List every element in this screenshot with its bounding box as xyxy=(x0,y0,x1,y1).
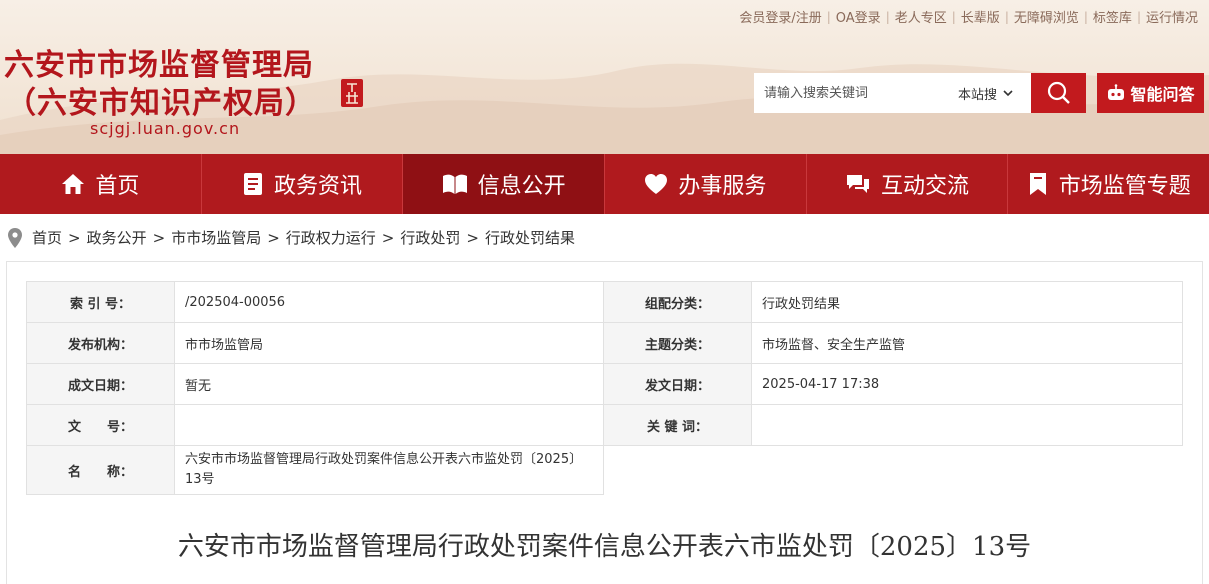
nav-info-disclosure-label: 信息公开 xyxy=(477,174,566,199)
breadcrumb-gov-open[interactable]: 政务公开 xyxy=(87,227,147,248)
topic-value: 市场监督、安全生产监管 xyxy=(751,322,1183,364)
topic-label: 主题分类： xyxy=(603,322,752,364)
published-date-label: 发文日期： xyxy=(603,363,752,405)
search-scope-label: 本站搜 xyxy=(958,87,998,103)
breadcrumb-home[interactable]: 首页 xyxy=(32,227,62,248)
nav-interaction[interactable]: 互动交流 xyxy=(807,154,1009,214)
nav-market-topics-label: 市场监管专题 xyxy=(1058,174,1191,199)
open-book-icon xyxy=(442,174,467,194)
search-box: 本站搜 xyxy=(754,73,1031,113)
ai-qa-label: 智能问答 xyxy=(1130,85,1195,104)
name-value: 六安市市场监督管理局行政处罚案件信息公开表六市监处罚〔2025〕13号 xyxy=(174,445,604,495)
location-pin-icon xyxy=(8,227,22,248)
nav-services[interactable]: 办事服务 xyxy=(605,154,807,214)
senior-version-link[interactable]: 长辈版 xyxy=(956,7,1005,26)
chat-icon xyxy=(847,175,870,193)
search-button[interactable] xyxy=(1031,73,1086,113)
home-icon xyxy=(62,174,85,194)
breadcrumb-admin-power[interactable]: 行政权力运行 xyxy=(286,227,376,248)
chevron-down-icon xyxy=(1003,89,1013,96)
tag-library-link[interactable]: 标签库 xyxy=(1088,7,1137,26)
docno-label: 文 号： xyxy=(26,404,175,446)
publisher-label: 发布机构： xyxy=(26,322,175,364)
breadcrumb-bureau[interactable]: 市市场监管局 xyxy=(171,227,261,248)
site-title-line2[interactable]: （六安市知识产权局） xyxy=(6,78,316,122)
metadata-table: 索 引 号： /202504-00056 组配分类： 行政处罚结果 发布机构： … xyxy=(26,281,1183,495)
breadcrumb: 首页 > 政务公开 > 市市场监管局 > 行政权力运行 > 行政处罚 > 行政处罚结果 xyxy=(8,227,575,248)
docno-value xyxy=(174,404,604,446)
oa-login-link[interactable]: OA登录 xyxy=(831,7,886,26)
nav-home-label: 首页 xyxy=(95,174,140,199)
index-label: 索 引 号： xyxy=(26,281,175,323)
nav-home[interactable]: 首页 xyxy=(0,154,202,214)
publisher-value: 市市场监管局 xyxy=(174,322,604,364)
breadcrumb-admin-penalty[interactable]: 行政处罚 xyxy=(400,227,460,248)
name-label: 名 称： xyxy=(26,445,175,495)
seal-icon xyxy=(341,79,363,107)
bookmark-icon xyxy=(1029,173,1046,195)
elderly-zone-link[interactable]: 老人专区 xyxy=(890,7,952,26)
created-date-label: 成文日期： xyxy=(26,363,175,405)
site-header: 会员登录/注册 | OA登录 | 老人专区 | 长辈版 | 无障碍浏览 | 标签库 | 运行… xyxy=(0,0,1209,154)
nav-interaction-label: 互动交流 xyxy=(881,174,970,199)
table-row: 文 号： 关 键 词： xyxy=(26,404,1183,446)
article-title: 六安市市场监督管理局行政处罚案件信息公开表六市监处罚〔2025〕13号 xyxy=(177,532,1032,562)
heart-icon xyxy=(645,174,668,194)
nav-market-topics[interactable]: 市场监管专题 xyxy=(1008,154,1209,214)
ai-qa-button[interactable]: 智能问答 xyxy=(1097,73,1204,113)
keywords-label: 关 键 词： xyxy=(603,404,752,446)
top-links-bar: 会员登录/注册 | OA登录 | 老人专区 | 长辈版 | 无障碍浏览 | 标签库 | 运行… xyxy=(734,7,1203,27)
table-row: 索 引 号： /202504-00056 组配分类： 行政处罚结果 xyxy=(26,281,1183,323)
published-date-value: 2025-04-17 17:38 xyxy=(751,363,1183,405)
category-label: 组配分类： xyxy=(603,281,752,323)
keywords-value xyxy=(751,404,1183,446)
nav-news[interactable]: 政务资讯 xyxy=(202,154,404,214)
main-nav: 首页 政务资讯 信息公开 办事服务 互动交流 市场监管专题 xyxy=(0,154,1209,214)
category-value: 行政处罚结果 xyxy=(751,281,1183,323)
breadcrumb-penalty-result[interactable]: 行政处罚结果 xyxy=(485,227,575,248)
nav-news-label: 政务资讯 xyxy=(274,174,363,199)
search-scope-select[interactable]: 本站搜 xyxy=(944,84,1013,103)
robot-icon xyxy=(1108,84,1125,100)
created-date-value: 暂无 xyxy=(174,363,604,405)
document-icon xyxy=(244,173,262,195)
accessibility-link[interactable]: 无障碍浏览 xyxy=(1009,7,1084,26)
index-value: /202504-00056 xyxy=(174,281,604,323)
table-row: 名 称： 六安市市场监督管理局行政处罚案件信息公开表六市监处罚〔2025〕13号 xyxy=(26,445,1183,495)
login-register-link[interactable]: 会员登录/注册 xyxy=(734,7,826,26)
operation-status-link[interactable]: 运行情况 xyxy=(1141,7,1203,26)
site-domain: scjgj.luan.gov.cn xyxy=(90,119,241,138)
table-row: 发布机构： 市市场监管局 主题分类： 市场监督、安全生产监管 xyxy=(26,322,1183,364)
search-icon xyxy=(1047,81,1070,104)
nav-services-label: 办事服务 xyxy=(678,174,767,199)
table-row: 成文日期： 暂无 发文日期： 2025-04-17 17:38 xyxy=(26,363,1183,405)
nav-info-disclosure[interactable]: 信息公开 xyxy=(403,154,606,214)
search-input[interactable] xyxy=(754,74,944,112)
